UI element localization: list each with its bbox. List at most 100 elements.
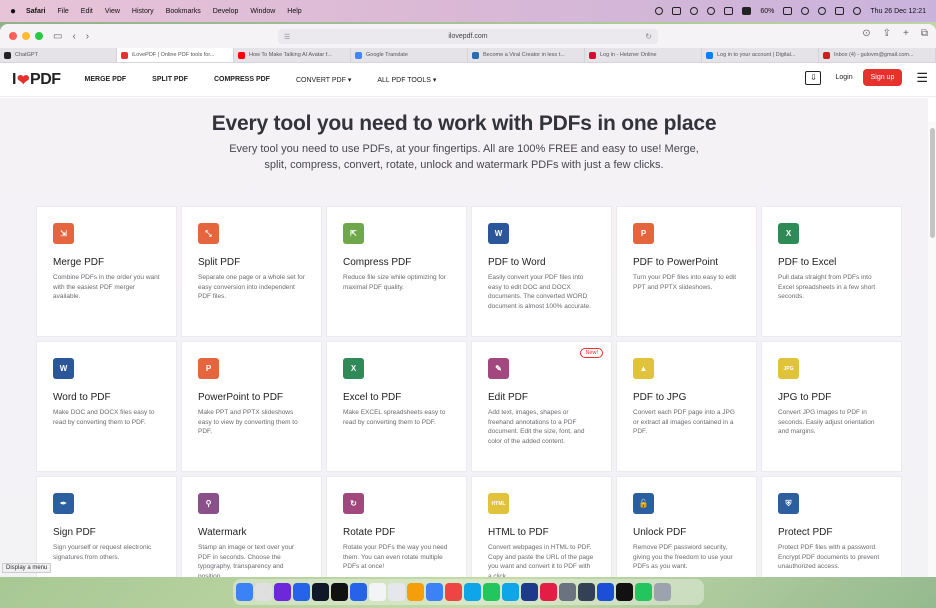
dock-app-icon[interactable] xyxy=(255,583,272,601)
dock-app-icon[interactable] xyxy=(445,583,462,601)
menu-bookmarks[interactable]: Bookmarks xyxy=(166,8,201,15)
battery-percent[interactable]: 60% xyxy=(760,8,774,15)
minimize-button[interactable] xyxy=(22,32,30,40)
dock-app-icon[interactable] xyxy=(331,583,348,601)
menu-window[interactable]: Window xyxy=(250,8,275,15)
tab-gmail[interactable]: Inbox (4) - gulovm@gmail.com... xyxy=(819,48,936,62)
tool-card-merge-pdf[interactable]: ⇲ Merge PDF Combine PDFs in the order you … xyxy=(36,206,177,337)
dock-app-icon[interactable] xyxy=(597,583,614,601)
menu-safari[interactable]: Safari xyxy=(26,8,45,15)
dock-app-icon[interactable] xyxy=(350,583,367,601)
control-center-icon[interactable] xyxy=(835,7,845,15)
dock-app-icon[interactable] xyxy=(464,583,481,601)
dock-app-icon[interactable] xyxy=(312,583,329,601)
tab-viral-creator[interactable]: Become a Viral Creator in less t... xyxy=(468,48,585,62)
tool-card-rotate-pdf[interactable]: ↻ Rotate PDF Rotate your PDFs the way you … xyxy=(326,476,467,577)
tool-card-pdf-to-excel[interactable]: X PDF to Excel Pull data straight from PDF… xyxy=(761,206,902,337)
apple-menu-icon[interactable]: ● xyxy=(10,6,16,17)
keyboard-icon[interactable] xyxy=(742,7,752,15)
search-icon[interactable] xyxy=(818,7,827,15)
menu-help[interactable]: Help xyxy=(287,8,301,15)
tool-card-pdf-to-jpg[interactable]: ▲ PDF to JPG Convert each PDF page into a … xyxy=(616,341,757,472)
record-icon[interactable] xyxy=(690,7,699,15)
tool-card-sign-pdf[interactable]: ✒ Sign PDF Sign yourself or request electr… xyxy=(36,476,177,577)
desktop-download-icon[interactable]: ⇩ xyxy=(805,70,822,85)
tool-card-unlock-pdf[interactable]: 🔓 Unlock PDF Remove PDF password security,… xyxy=(616,476,757,577)
clock[interactable]: Thu 26 Dec 12:21 xyxy=(870,8,926,15)
siri-icon[interactable] xyxy=(853,7,862,15)
nav-compress-pdf[interactable]: COMPRESS PDF xyxy=(214,76,270,84)
menu-view[interactable]: View xyxy=(105,8,120,15)
scrollbar-thumb[interactable] xyxy=(930,128,935,238)
dock-app-icon[interactable] xyxy=(483,583,500,601)
signup-button[interactable]: Sign up xyxy=(862,69,903,86)
screen-icon[interactable] xyxy=(672,7,682,15)
new-tab-icon[interactable]: + xyxy=(903,28,909,39)
login-link[interactable]: Login xyxy=(835,74,852,81)
tab-ilovepdf[interactable]: iLovePDF | Online PDF tools for... xyxy=(117,48,234,62)
tool-card-jpg-to-pdf[interactable]: JPG JPG to PDF Convert JPG images to PDF i… xyxy=(761,341,902,472)
tool-card-edit-pdf[interactable]: ✎ Edit PDF Add text, images, shapes or fre… xyxy=(471,341,612,472)
address-bar[interactable]: ☰ ilovepdf.com ↻ xyxy=(278,29,658,44)
dock-app-icon[interactable] xyxy=(426,583,443,601)
tool-card-protect-pdf[interactable]: ⛨ Protect PDF Protect PDF files with a pas… xyxy=(761,476,902,577)
sidebar-toggle-icon[interactable]: ▭ xyxy=(53,31,62,42)
tool-card-word-to-pdf[interactable]: W Word to PDF Make DOC and DOCX files easy… xyxy=(36,341,177,472)
tab-google-translate[interactable]: Google Translate xyxy=(351,48,468,62)
dock-app-icon[interactable] xyxy=(293,583,310,601)
tool-card-pdf-to-powerpoint[interactable]: P PDF to PowerPoint Turn your PDF files in… xyxy=(616,206,757,337)
zoom-button[interactable] xyxy=(35,32,43,40)
dock-app-icon[interactable] xyxy=(654,583,671,601)
creative-cloud-icon[interactable] xyxy=(655,7,664,15)
tool-card-compress-pdf[interactable]: ⇱ Compress PDF Reduce file size while opti… xyxy=(326,206,467,337)
tab-youtube[interactable]: How To Make Talking AI Avatar f... xyxy=(234,48,351,62)
dock-app-icon[interactable] xyxy=(540,583,557,601)
dock-app-icon[interactable] xyxy=(369,583,386,601)
tool-card-watermark[interactable]: ⚲ Watermark Stamp an image or text over yo… xyxy=(181,476,322,577)
html-to-pdf-icon: HTML xyxy=(488,493,509,514)
sync-icon[interactable] xyxy=(707,7,716,15)
page-settings-icon[interactable]: ☰ xyxy=(284,33,290,41)
menu-file[interactable]: File xyxy=(58,8,69,15)
dock-app-icon[interactable] xyxy=(236,583,253,601)
display-icon[interactable] xyxy=(724,7,734,15)
tool-card-pdf-to-word[interactable]: W PDF to Word Easily convert your PDF file… xyxy=(471,206,612,337)
menu-history[interactable]: History xyxy=(132,8,154,15)
battery-icon[interactable] xyxy=(783,7,793,15)
tab-digitalocean[interactable]: Log in to your account | Digital... xyxy=(702,48,819,62)
downloads-icon[interactable]: ⊙ xyxy=(862,28,870,39)
wifi-icon[interactable] xyxy=(801,7,810,15)
tab-chatgpt[interactable]: ChatGPT xyxy=(0,48,117,62)
nav-merge-pdf[interactable]: MERGE PDF xyxy=(85,76,127,84)
tab-hetzner[interactable]: Log in - Hetzner Online xyxy=(585,48,702,62)
nav-convert-pdf[interactable]: CONVERT PDF ▾ xyxy=(296,76,351,84)
nav-all-pdf-tools[interactable]: ALL PDF TOOLS ▾ xyxy=(377,76,436,84)
tool-card-html-to-pdf[interactable]: HTML HTML to PDF Convert webpages in HTML … xyxy=(471,476,612,577)
reload-icon[interactable]: ↻ xyxy=(645,32,652,41)
tool-title: Rotate PDF xyxy=(343,527,396,538)
dock-app-icon[interactable] xyxy=(274,583,291,601)
tool-description: Stamp an image or text over your PDF in … xyxy=(198,544,295,577)
hamburger-menu-icon[interactable]: ☰ xyxy=(916,70,928,86)
ilovepdf-logo[interactable]: I ❤ PDF xyxy=(12,71,61,89)
menu-develop[interactable]: Develop xyxy=(213,8,239,15)
dock-app-icon[interactable] xyxy=(407,583,424,601)
dock-app-icon[interactable] xyxy=(559,583,576,601)
dock-app-icon[interactable] xyxy=(616,583,633,601)
nav-split-pdf[interactable]: SPLIT PDF xyxy=(152,76,188,84)
dock-app-icon[interactable] xyxy=(388,583,405,601)
menu-edit[interactable]: Edit xyxy=(81,8,93,15)
close-button[interactable] xyxy=(9,32,17,40)
dock-app-icon[interactable] xyxy=(578,583,595,601)
tool-card-split-pdf[interactable]: ⤡ Split PDF Separate one page or a whole s… xyxy=(181,206,322,337)
dock-app-icon[interactable] xyxy=(502,583,519,601)
tab-overview-icon[interactable]: ⧉ xyxy=(921,28,928,39)
tool-title: Word to PDF xyxy=(53,392,111,403)
forward-icon[interactable]: › xyxy=(86,31,89,42)
dock-app-icon[interactable] xyxy=(635,583,652,601)
dock-app-icon[interactable] xyxy=(521,583,538,601)
tool-card-excel-to-pdf[interactable]: X Excel to PDF Make EXCEL spreadsheets eas… xyxy=(326,341,467,472)
tool-card-powerpoint-to-pdf[interactable]: P PowerPoint to PDF Make PPT and PPTX slid… xyxy=(181,341,322,472)
share-icon[interactable]: ⇪ xyxy=(883,28,891,39)
back-icon[interactable]: ‹ xyxy=(72,31,75,42)
